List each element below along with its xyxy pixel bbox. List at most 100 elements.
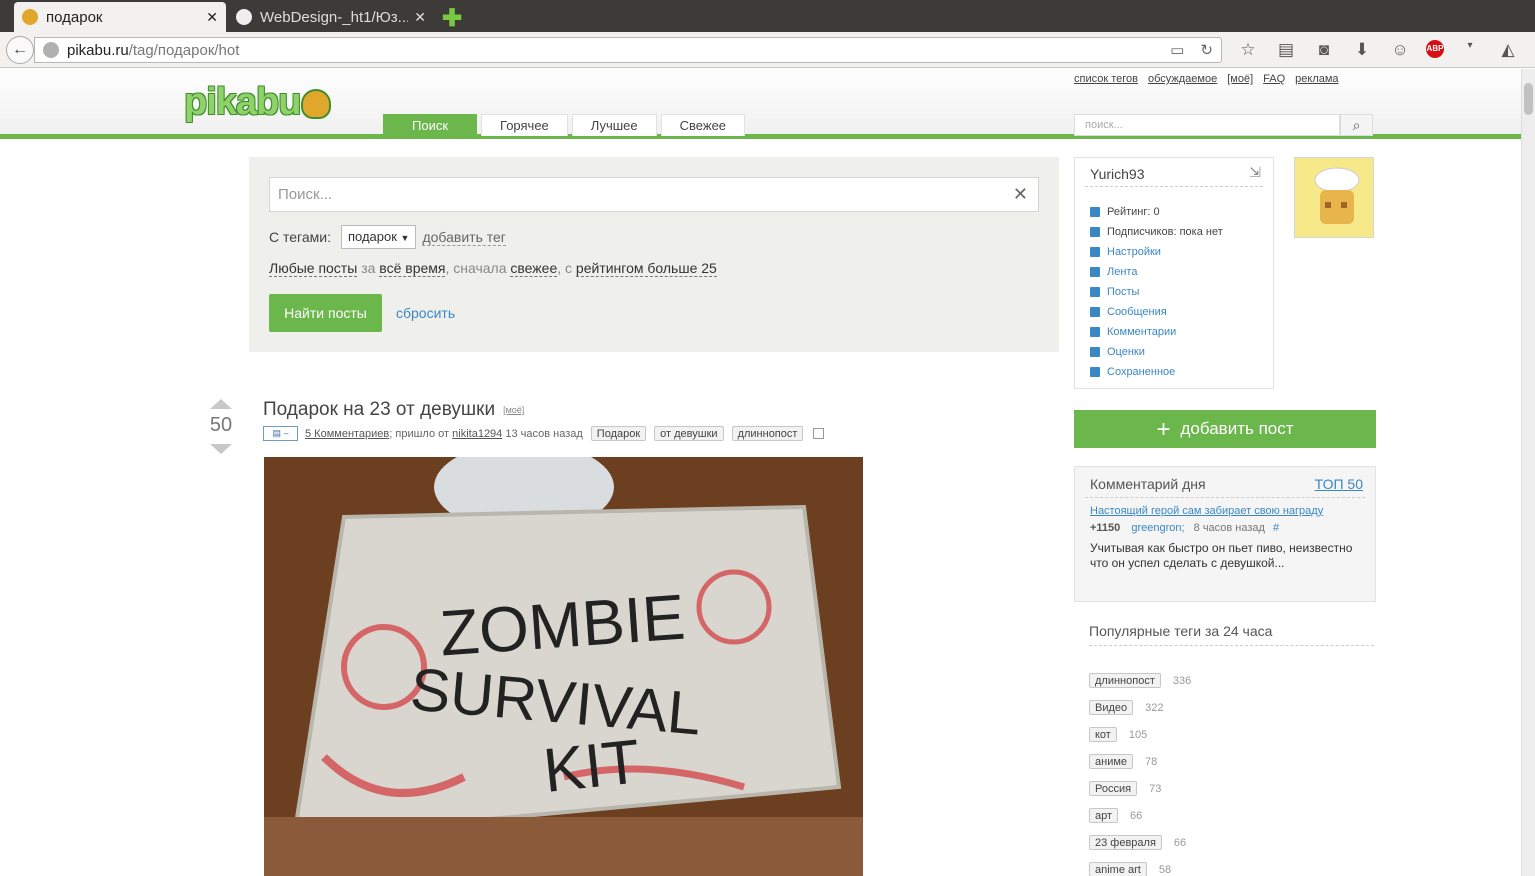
mine-badge[interactable]: [моё]: [503, 405, 524, 415]
address-bar[interactable]: pikabu.ru/tag/подарок/hot ▭ ↻: [34, 37, 1222, 63]
menu-posts[interactable]: Посты: [1090, 282, 1223, 302]
filter-order[interactable]: свежее: [510, 260, 558, 277]
add-post-button[interactable]: + добавить пост: [1074, 410, 1376, 448]
find-posts-button[interactable]: Найти посты: [269, 294, 382, 332]
mine-link[interactable]: [моё]: [1227, 73, 1253, 85]
emoji-icon[interactable]: ☺: [1388, 40, 1412, 60]
list-item: Россия 73: [1089, 775, 1191, 802]
upvote-arrow-icon[interactable]: [210, 399, 232, 409]
post-tag[interactable]: Подарок: [590, 426, 647, 441]
popular-tag[interactable]: кот: [1089, 727, 1117, 742]
tab-fresh[interactable]: Свежее: [660, 114, 746, 136]
browser-tab-active[interactable]: подарок ✕: [14, 2, 226, 32]
feed-icon: [1090, 267, 1100, 277]
adblock-icon[interactable]: ABP: [1426, 40, 1444, 58]
header-search-input[interactable]: поиск...: [1074, 114, 1340, 136]
popular-tag[interactable]: Россия: [1089, 781, 1138, 796]
pocket-icon[interactable]: ◙: [1312, 40, 1336, 60]
bar-chart-icon: [1090, 207, 1100, 217]
popular-tag[interactable]: длиннопост: [1089, 673, 1161, 688]
avatar[interactable]: [1294, 157, 1374, 238]
tab-search[interactable]: Поиск: [383, 114, 478, 136]
popular-tag[interactable]: Видео: [1089, 700, 1134, 715]
top-links: список тегов обсуждаемое [моё] FAQ рекла…: [1074, 73, 1339, 85]
envelope-icon: [1090, 307, 1100, 317]
menu-saved[interactable]: Сохраненное: [1090, 362, 1223, 382]
dropdown-icon[interactable]: ▾: [1458, 40, 1482, 60]
post-image[interactable]: ZOMBIE SURVIVAL KIT: [264, 457, 863, 876]
meta-text: ; пришло от: [389, 427, 450, 440]
sync-icon[interactable]: ◭: [1496, 40, 1520, 60]
tags-label: С тегами:: [269, 229, 331, 245]
menu-ratings[interactable]: Оценки: [1090, 342, 1223, 362]
reload-icon[interactable]: ↻: [1200, 41, 1213, 59]
post-meta: ▤ – 5 Комментариев ; пришло от nikita129…: [263, 426, 825, 441]
popular-tag[interactable]: 23 февраля: [1089, 835, 1162, 850]
reset-link[interactable]: сбросить: [396, 305, 455, 321]
list-item: 23 февраля 66: [1089, 829, 1191, 856]
popular-tag[interactable]: anime art: [1089, 862, 1147, 876]
menu-settings[interactable]: Настройки: [1090, 242, 1223, 262]
reading-list-icon[interactable]: ▤: [1274, 40, 1298, 60]
tag-list-link[interactable]: список тегов: [1074, 73, 1138, 85]
author-link[interactable]: nikita1294: [452, 428, 502, 440]
pikabu-logo[interactable]: pikabu: [184, 81, 332, 124]
post-time: 13 часов назад: [505, 427, 583, 440]
popular-tag[interactable]: аниме: [1089, 754, 1134, 769]
logout-icon[interactable]: ⇲: [1249, 164, 1261, 181]
post-tag[interactable]: от девушки: [654, 426, 724, 441]
divider: [1085, 497, 1365, 498]
menu-comments[interactable]: Комментарии: [1090, 322, 1223, 342]
tag-select[interactable]: подарок ▼: [340, 225, 417, 249]
pikabu-favicon-icon: [22, 9, 38, 25]
tab-hot[interactable]: Горячее: [481, 114, 568, 136]
browser-tab-github[interactable]: WebDesign-_ht1/Юз... ✕: [228, 2, 434, 32]
menu-feed[interactable]: Лента: [1090, 262, 1223, 282]
search-icon[interactable]: ⌕: [1340, 114, 1373, 136]
downvote-arrow-icon[interactable]: [210, 444, 232, 454]
clear-icon[interactable]: ✕: [1013, 184, 1028, 205]
tag-count: 66: [1130, 809, 1143, 822]
add-tag-link[interactable]: добавить тег: [422, 229, 506, 246]
comment-icon: [1090, 327, 1100, 337]
list-item: anime art 58: [1089, 856, 1191, 876]
discussed-link[interactable]: обсуждаемое: [1148, 73, 1217, 85]
username[interactable]: Yurich93: [1090, 166, 1144, 182]
browser-tab-bar: подарок ✕ WebDesign-_ht1/Юз... ✕ ✚: [0, 0, 1535, 32]
site-info-icon[interactable]: [43, 42, 59, 58]
ads-link[interactable]: реклама: [1295, 73, 1338, 85]
url-text: pikabu.ru/tag/подарок/hot: [67, 41, 240, 59]
close-tab-icon[interactable]: ✕: [414, 9, 426, 26]
comment-author[interactable]: greengron;: [1131, 522, 1184, 534]
download-icon[interactable]: ⬇: [1350, 40, 1374, 60]
list-item: длиннопост 336: [1089, 667, 1191, 694]
back-arrow-icon[interactable]: ←: [6, 36, 34, 64]
faq-link[interactable]: FAQ: [1263, 73, 1285, 85]
post-tag[interactable]: длиннопост: [731, 426, 804, 441]
close-tab-icon[interactable]: ✕: [206, 9, 218, 26]
popular-tag[interactable]: арт: [1089, 808, 1119, 823]
bookmark-star-icon[interactable]: ☆: [1236, 40, 1260, 60]
save-icon[interactable]: [813, 428, 825, 439]
filter-period[interactable]: всё время: [379, 260, 446, 277]
filter-posts[interactable]: Любые посты: [269, 260, 358, 277]
page-scrollbar[interactable]: [1521, 69, 1535, 876]
post-toggle-icon[interactable]: ▤ –: [263, 426, 298, 441]
github-favicon-icon: [236, 9, 252, 25]
scrollbar-thumb[interactable]: [1524, 83, 1533, 115]
post-title[interactable]: Подарок на 23 от девушки [моё]: [263, 399, 524, 421]
reader-view-icon[interactable]: ▭: [1170, 41, 1184, 59]
tab-title: подарок: [46, 8, 103, 26]
tag-count: 322: [1145, 701, 1164, 714]
filter-rating[interactable]: рейтингом больше 25: [575, 260, 717, 277]
top50-link[interactable]: ТОП 50: [1315, 476, 1363, 492]
comment-post-link[interactable]: Настоящий герой сам забирает свою наград…: [1090, 505, 1323, 517]
comments-link[interactable]: 5 Комментариев: [305, 428, 389, 440]
menu-messages[interactable]: Сообщения: [1090, 302, 1223, 322]
search-input[interactable]: Поиск... ✕: [269, 177, 1039, 212]
comment-permalink[interactable]: #: [1273, 522, 1279, 534]
list-item: аниме 78: [1089, 748, 1191, 775]
posts-icon: [1090, 287, 1100, 297]
new-tab-plus-icon[interactable]: ✚: [442, 4, 462, 33]
tab-best[interactable]: Лучшее: [571, 114, 657, 136]
